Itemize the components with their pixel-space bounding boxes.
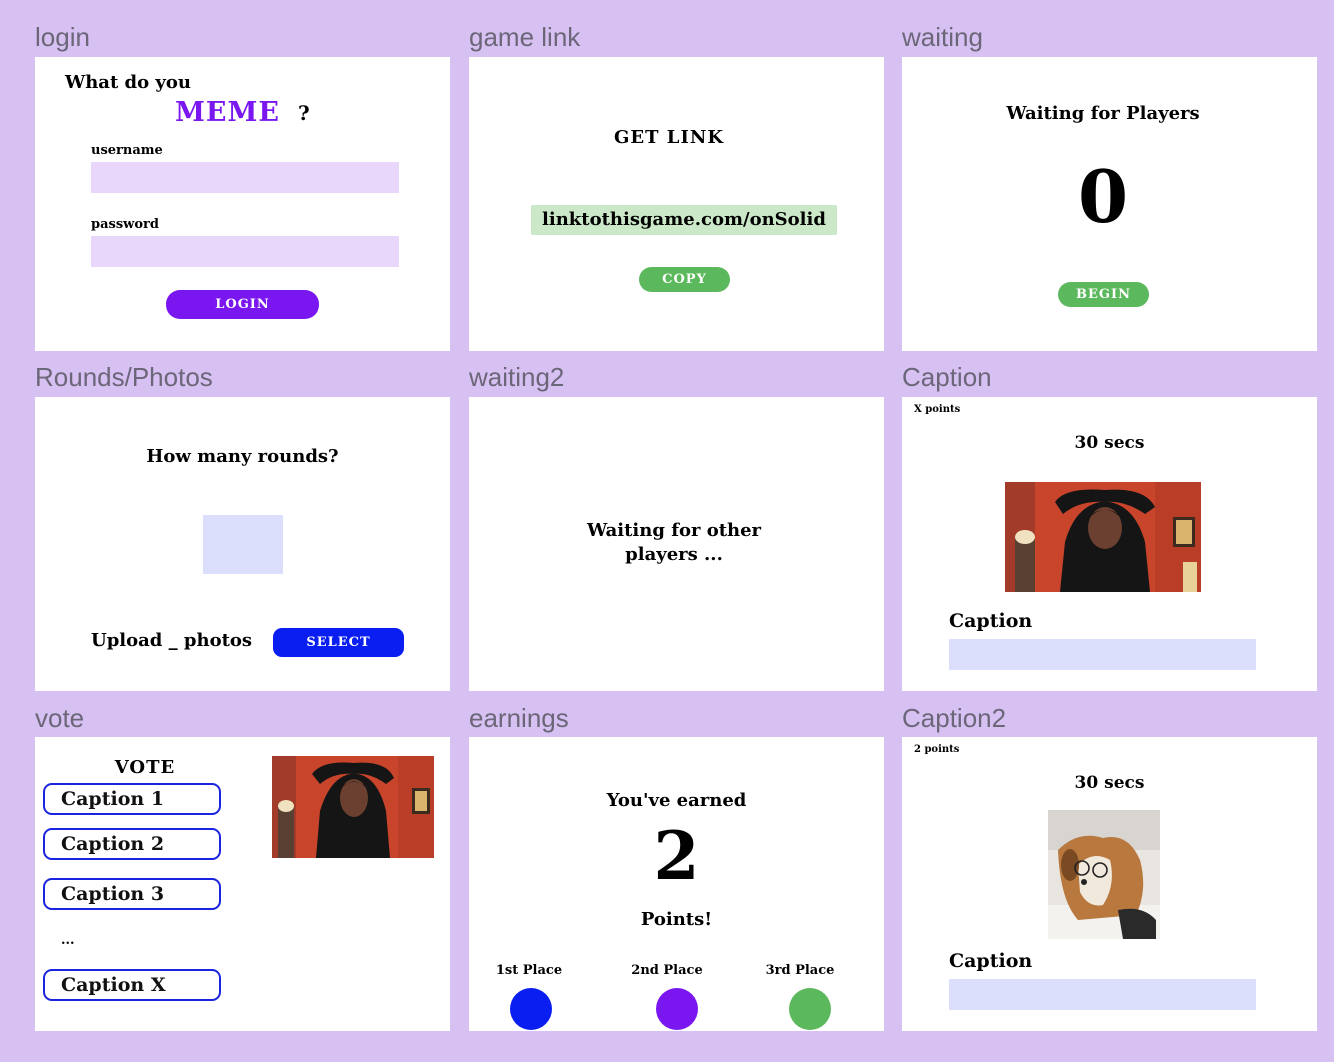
player-count: 0 <box>1077 154 1129 239</box>
waiting-heading: Waiting for Players <box>1006 103 1200 124</box>
second-place-avatar <box>656 988 698 1030</box>
woman-arms-raised-photo <box>272 756 434 858</box>
frame-label-vote: vote <box>35 703 85 733</box>
woman-arms-raised-photo <box>1005 482 1201 592</box>
get-link-heading: GET LINK <box>614 127 724 148</box>
earned-amount: 2 <box>653 817 700 895</box>
frame-label-waiting: waiting <box>902 22 983 52</box>
frame-caption: X points 30 secs Caption <box>902 397 1317 691</box>
frame-label-game-link: game link <box>469 22 581 52</box>
waiting-other-line2: players ... <box>625 544 723 565</box>
vote-heading: VOTE <box>114 757 176 778</box>
copy-button[interactable]: COPY <box>639 267 730 292</box>
frame-label-login: login <box>35 22 90 52</box>
frame-label-waiting2: waiting2 <box>469 362 565 392</box>
vote-option-caption-2[interactable]: Caption 2 <box>43 828 221 860</box>
second-place-label: 2nd Place <box>631 963 703 978</box>
login-button[interactable]: LOGIN <box>166 290 319 319</box>
upload-photos-label: Upload _ photos <box>91 630 253 651</box>
first-place-avatar <box>510 988 552 1030</box>
game-link-text[interactable]: linktothisgame.com/onSolid <box>531 205 837 235</box>
password-label: password <box>91 217 159 232</box>
login-heading: What do you <box>65 72 191 93</box>
caption-label: Caption <box>949 950 1033 972</box>
rounds-input[interactable] <box>203 515 283 574</box>
frame-waiting: Waiting for Players 0 BEGIN <box>902 57 1317 351</box>
frame-waiting2: Waiting for other players ... <box>469 397 884 691</box>
third-place-avatar <box>789 988 831 1030</box>
first-place-label: 1st Place <box>495 963 563 978</box>
password-input[interactable] <box>91 236 399 267</box>
points-label: 2 points <box>914 744 960 755</box>
vote-option-caption-1[interactable]: Caption 1 <box>43 783 221 815</box>
rounds-heading: How many rounds? <box>146 446 339 467</box>
frame-earnings: You've earned 2 Points! 1st Place 2nd Pl… <box>469 737 884 1031</box>
frame-label-rounds-photos: Rounds/Photos <box>35 362 213 392</box>
timer-label: 30 secs <box>1074 433 1145 453</box>
points-text: Points! <box>640 909 713 930</box>
waiting-other-line1: Waiting for other <box>586 520 762 541</box>
frame-caption2: 2 points 30 secs Caption <box>902 737 1317 1031</box>
frame-label-earnings: earnings <box>469 703 569 733</box>
timer-label: 30 secs <box>1074 773 1145 793</box>
vote-option-caption-3[interactable]: Caption 3 <box>43 878 221 910</box>
third-place-label: 3rd Place <box>765 963 835 978</box>
username-label: username <box>91 143 163 158</box>
points-label: X points <box>914 404 961 415</box>
frame-login: What do you MEME ? username password LOG… <box>35 57 450 351</box>
earned-heading: You've earned <box>606 790 747 811</box>
vote-option-caption-x[interactable]: Caption X <box>43 969 221 1001</box>
frame-label-caption: Caption <box>902 362 992 392</box>
brand-meme: MEME <box>175 97 280 128</box>
vote-ellipsis: ... <box>61 933 75 948</box>
begin-button[interactable]: BEGIN <box>1058 282 1149 307</box>
frame-label-caption2: Caption2 <box>902 703 1007 733</box>
caption-input[interactable] <box>949 639 1256 670</box>
username-input[interactable] <box>91 162 399 193</box>
frame-vote: VOTE Caption 1 Caption 2 Caption 3 ... C… <box>35 737 450 1031</box>
dog-with-glasses-photo <box>1048 810 1160 939</box>
frame-game-link: GET LINK linktothisgame.com/onSolid COPY <box>469 57 884 351</box>
caption-label: Caption <box>949 610 1033 632</box>
question-mark: ? <box>298 101 310 125</box>
frame-rounds-photos: How many rounds? Upload _ photos SELECT <box>35 397 450 691</box>
select-button[interactable]: SELECT <box>273 628 404 657</box>
caption-input[interactable] <box>949 979 1256 1010</box>
